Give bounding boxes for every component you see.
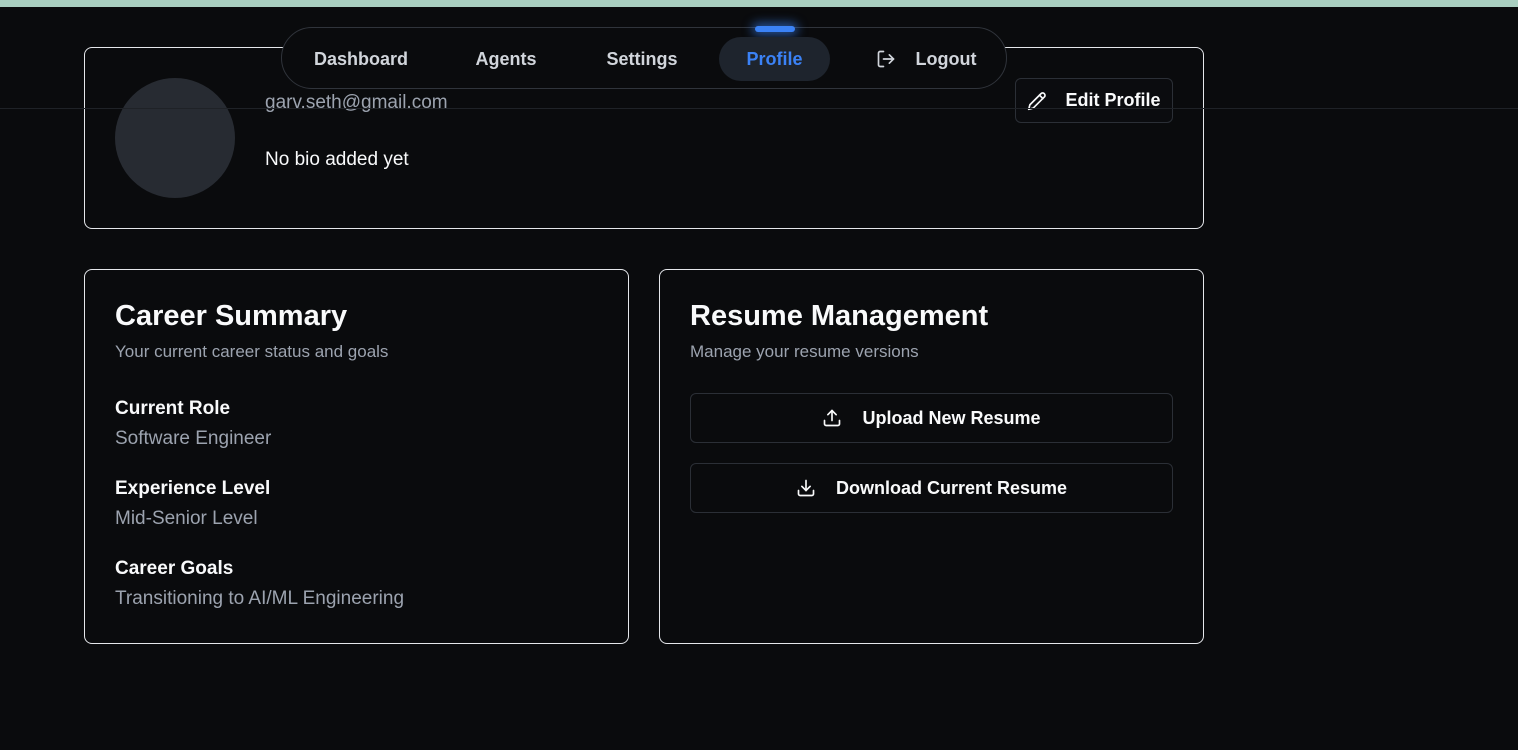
top-strip <box>0 0 1518 7</box>
experience-level-value: Mid-Senior Level <box>115 508 258 529</box>
upload-resume-label: Upload New Resume <box>862 407 1041 428</box>
career-goals-value: Transitioning to AI/ML Engineering <box>115 588 405 609</box>
nav-logout[interactable]: Logout <box>867 37 985 81</box>
nav-profile-label: Profile <box>746 48 803 69</box>
career-summary-card: Career Summary Your current career statu… <box>84 269 629 644</box>
profile-email: garv.seth@gmail.com <box>265 92 448 113</box>
experience-level-label: Experience Level <box>115 478 271 499</box>
resume-management-subtitle: Manage your resume versions <box>690 342 919 361</box>
current-role-label: Current Role <box>115 398 231 419</box>
logout-icon <box>876 49 896 69</box>
edit-profile-button[interactable]: Edit Profile <box>1015 78 1173 123</box>
active-tab-indicator <box>755 26 795 32</box>
download-icon <box>796 478 816 498</box>
career-goals-label: Career Goals <box>115 558 234 579</box>
nav-dashboard-label: Dashboard <box>313 48 409 69</box>
nav-agents[interactable]: Agents <box>462 37 550 81</box>
resume-management-title: Resume Management <box>690 300 989 332</box>
nav-dashboard[interactable]: Dashboard <box>300 37 422 81</box>
upload-icon <box>822 408 842 428</box>
avatar[interactable] <box>115 78 235 198</box>
career-summary-subtitle: Your current career status and goals <box>115 342 389 361</box>
header-divider <box>0 108 1518 109</box>
resume-management-card: Resume Management Manage your resume ver… <box>659 269 1204 644</box>
download-resume-label: Download Current Resume <box>835 477 1068 498</box>
nav-logout-label: Logout <box>915 48 977 69</box>
career-summary-title: Career Summary <box>115 300 348 332</box>
current-role-value: Software Engineer <box>115 428 272 449</box>
upload-resume-button[interactable]: Upload New Resume <box>690 393 1173 443</box>
nav-profile[interactable]: Profile <box>719 37 830 81</box>
nav-settings-label: Settings <box>606 48 678 69</box>
profile-bio: No bio added yet <box>265 149 409 170</box>
download-resume-button[interactable]: Download Current Resume <box>690 463 1173 513</box>
nav-settings[interactable]: Settings <box>592 37 692 81</box>
nav-agents-label: Agents <box>475 48 537 69</box>
top-nav: Dashboard Agents Settings Profile Logout <box>281 26 1007 89</box>
